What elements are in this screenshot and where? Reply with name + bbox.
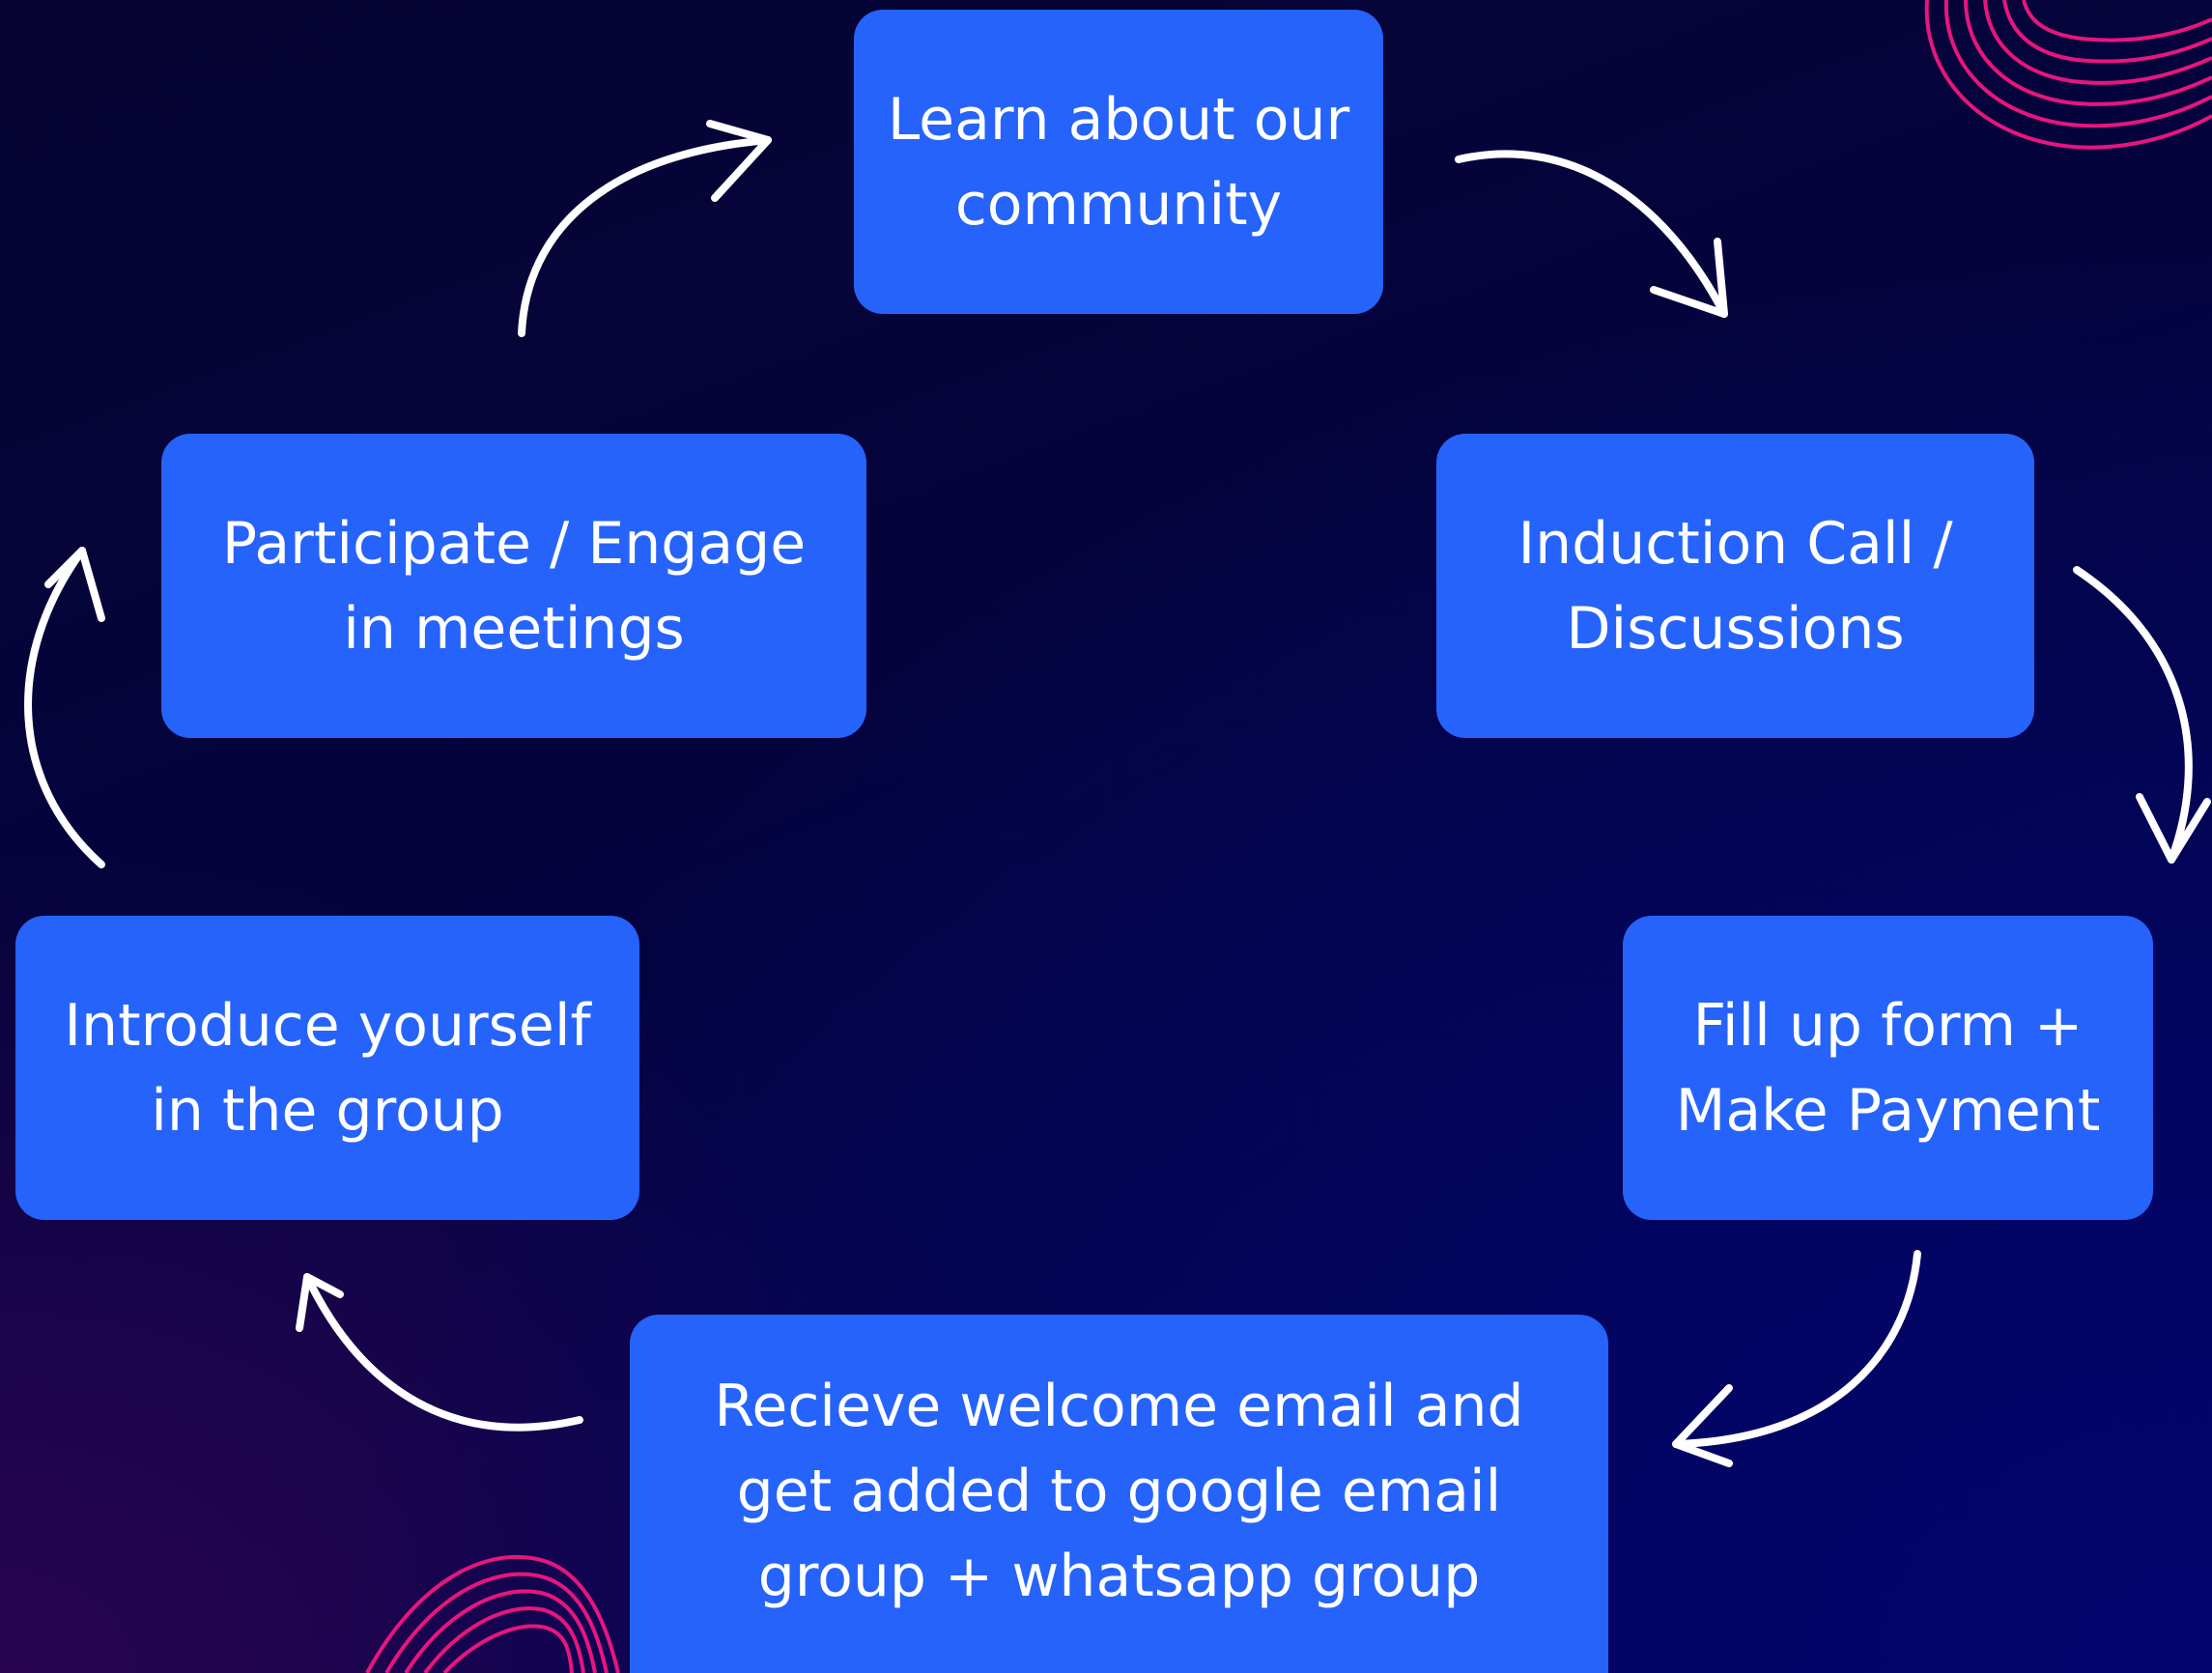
arrow-introduce-to-participate xyxy=(24,547,105,868)
arrow-learn-to-induction xyxy=(1455,150,1728,318)
arrow-induction-to-form xyxy=(2073,566,2211,864)
arrow-welcome-to-introduce xyxy=(296,1273,583,1432)
arrow-participate-to-learn xyxy=(518,120,772,337)
cycle-arrows xyxy=(24,120,2211,1467)
arrow-form-to-welcome xyxy=(1672,1250,1921,1467)
